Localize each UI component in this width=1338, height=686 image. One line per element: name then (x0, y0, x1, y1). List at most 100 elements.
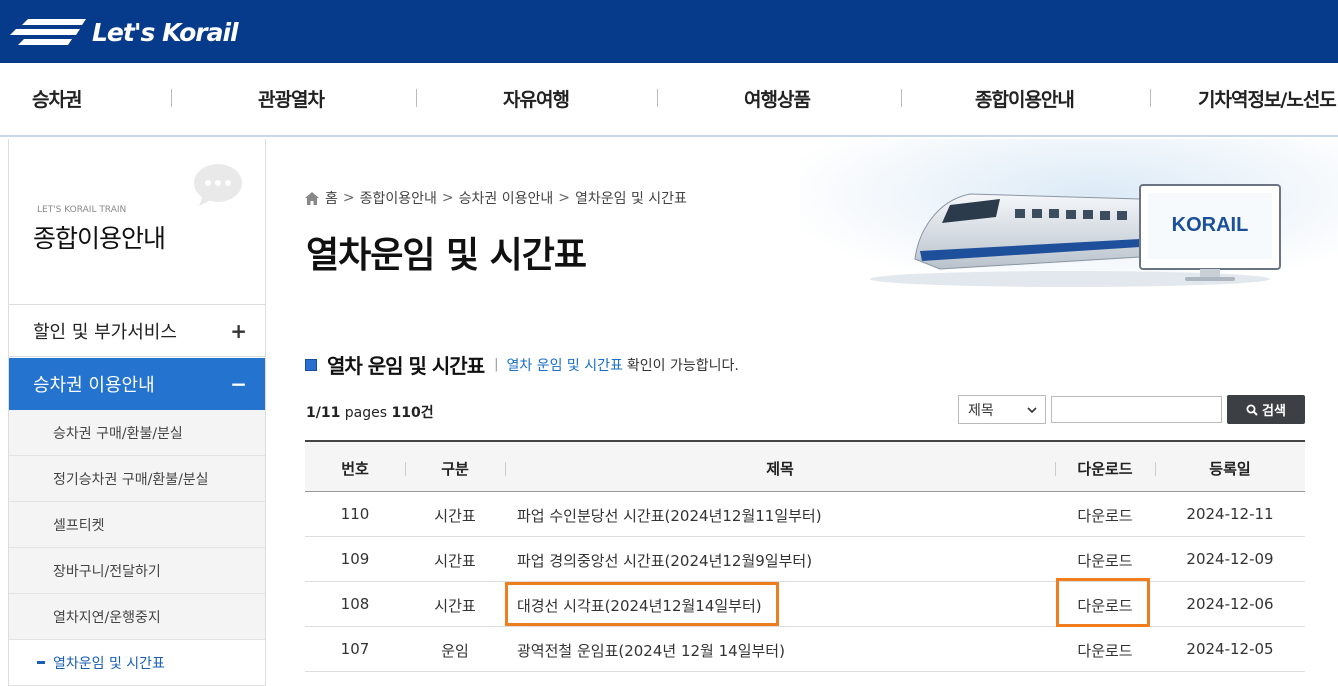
section-link[interactable]: 열차 운임 및 시간표 (506, 355, 622, 375)
nav-item-free-travel[interactable]: 자유여행 (503, 85, 570, 112)
korail-logo[interactable]: Let's Korail (10, 14, 239, 50)
sidebar-sub-label: 장바구니/전달하기 (53, 563, 161, 580)
row-number: 110 (340, 505, 370, 523)
nav-item-travel-products[interactable]: 여행상품 (744, 85, 811, 112)
home-icon (305, 191, 319, 205)
sidebar-sub-item-delay[interactable]: 열차지연/운행중지 (9, 594, 265, 640)
nav-separator (1150, 89, 1151, 107)
top-banner: Let's Korail (0, 0, 1338, 63)
sidebar-sub-label: 열차운임 및 시간표 (53, 655, 165, 672)
square-bullet-icon (305, 358, 317, 371)
table-header: 번호 구분 제목 다운로드 등록일 (305, 440, 1305, 492)
sidebar-menu-ticket-guide[interactable]: 승차권 이용안내 − (9, 358, 265, 410)
nav-item-tickets[interactable]: 승차권 (32, 85, 82, 112)
logo-text: Let's Korail (92, 17, 239, 47)
nav-item-guide[interactable]: 종합이용안내 (975, 85, 1075, 112)
expand-icon[interactable]: + (230, 319, 247, 343)
row-date: 2024-12-06 (1186, 595, 1274, 613)
current-page: 1/11 (306, 405, 341, 421)
nav-separator (416, 89, 417, 107)
pager-info: 1/11 pages 110건 (306, 402, 434, 422)
column-header-type: 구분 (441, 460, 469, 478)
table-row: 110 시간표 파업 수인분당선 시간표(2024년12월11일부터) 다운로드… (305, 492, 1305, 537)
row-download-link[interactable]: 다운로드 (1065, 505, 1145, 526)
row-type: 운임 (441, 642, 469, 660)
row-title-link[interactable]: 대경선 시각표(2024년12월14일부터) (517, 595, 762, 616)
current-marker-icon (37, 661, 45, 664)
breadcrumb-separator: > (558, 190, 570, 206)
breadcrumb: 홈 > 종합이용안내 > 승차권 이용안내 > 열차운임 및 시간표 (305, 188, 687, 208)
column-header-download: 다운로드 (1077, 460, 1133, 478)
row-title-link[interactable]: 파업 경의중앙선 시간표(2024년12월9일부터) (517, 550, 812, 571)
collapse-icon[interactable]: − (230, 372, 247, 396)
sidebar-sub-label: 승차권 구매/환불/분실 (53, 425, 183, 442)
korail-stripes-icon (10, 19, 86, 45)
search-field-select[interactable]: 제목 (958, 395, 1046, 424)
breadcrumb-separator: > (441, 190, 454, 206)
banner-logo-text: KORAIL (1172, 214, 1249, 236)
page-title: 열차운임 및 시간표 (306, 235, 587, 276)
row-title-link[interactable]: 파업 수인분당선 시간표(2024년12월11일부터) (517, 505, 822, 526)
chat-bubble-icon (194, 164, 242, 206)
sidebar-sub-label: 셀프티켓 (53, 517, 105, 534)
header-separator (505, 462, 506, 476)
sidebar-sub-item-self-ticket[interactable]: 셀프티켓 (9, 502, 265, 548)
sidebar-menu-label: 할인 및 부가서비스 (33, 321, 177, 343)
table-row: 109 시간표 파업 경의중앙선 시간표(2024년12월9일부터) 다운로드 … (305, 537, 1305, 582)
ktx-banner: KORAIL (800, 139, 1338, 299)
search-select-value: 제목 (968, 402, 994, 419)
table-row: 108 시간표 대경선 시각표(2024년12월14일부터) 다운로드 2024… (305, 582, 1305, 627)
nav-separator (901, 89, 902, 107)
search-input[interactable] (1051, 396, 1222, 423)
sidebar: LET'S KORAIL TRAIN 종합이용안내 할인 및 부가서비스 + 승… (8, 139, 266, 686)
sidebar-sub-item-cart[interactable]: 장바구니/전달하기 (9, 548, 265, 594)
row-type: 시간표 (434, 597, 476, 615)
nav-item-station-info[interactable]: 기차역정보/노선도 (1198, 85, 1337, 112)
chevron-down-icon (1027, 407, 1037, 414)
sidebar-title: 종합이용안내 (33, 224, 166, 253)
row-number: 107 (340, 640, 370, 658)
sidebar-sub-label: 열차지연/운행중지 (53, 609, 161, 626)
sidebar-menu-discount[interactable]: 할인 및 부가서비스 + (9, 305, 265, 357)
row-date: 2024-12-09 (1186, 550, 1274, 568)
breadcrumb-item-current[interactable]: 열차운임 및 시간표 (575, 188, 687, 208)
row-type: 시간표 (434, 507, 476, 525)
nav-separator (171, 89, 172, 107)
column-header-no: 번호 (341, 460, 369, 478)
pages-label: pages (344, 405, 388, 421)
section-divider: | (494, 357, 499, 372)
sidebar-sub-item-purchase[interactable]: 승차권 구매/환불/분실 (9, 410, 265, 456)
section-title: 열차 운임 및 시간표 (327, 354, 485, 378)
row-date: 2024-12-05 (1186, 640, 1274, 658)
column-header-date: 등록일 (1209, 460, 1251, 478)
search-button[interactable]: 검색 (1227, 395, 1305, 424)
row-download-link[interactable]: 다운로드 (1065, 640, 1145, 661)
row-download-link[interactable]: 다운로드 (1065, 595, 1145, 616)
nav-separator (657, 89, 658, 107)
row-number: 109 (340, 550, 370, 568)
row-date: 2024-12-11 (1186, 505, 1274, 523)
sidebar-menu-label: 승차권 이용안내 (33, 375, 155, 396)
breadcrumb-home[interactable]: 홈 (325, 188, 338, 208)
breadcrumb-item[interactable]: 종합이용안내 (360, 188, 437, 208)
header-separator (1155, 462, 1156, 476)
search-button-label: 검색 (1262, 404, 1286, 419)
sidebar-sub-item-season-ticket[interactable]: 정기승차권 구매/환불/분실 (9, 456, 265, 502)
section-description: 확인이 가능합니다. (626, 357, 739, 374)
row-type: 시간표 (434, 552, 476, 570)
sidebar-sub-item-fare-timetable[interactable]: 열차운임 및 시간표 (9, 640, 265, 686)
header-separator (1055, 462, 1056, 476)
sidebar-subtitle: LET'S KORAIL TRAIN (37, 205, 127, 215)
main-navigation: 승차권 관광열차 자유여행 여행상품 종합이용안내 기차역정보/노선도 (0, 63, 1338, 137)
search-icon (1246, 404, 1258, 416)
header-separator (405, 462, 406, 476)
row-download-link[interactable]: 다운로드 (1065, 550, 1145, 571)
column-header-title: 제목 (766, 460, 794, 478)
nav-item-tour-train[interactable]: 관광열차 (258, 85, 325, 112)
sidebar-header: LET'S KORAIL TRAIN 종합이용안내 (9, 139, 265, 305)
section-header: 열차 운임 및 시간표 | 열차 운임 및 시간표 확인이 가능합니다. (305, 350, 739, 379)
breadcrumb-item[interactable]: 승차권 이용안내 (459, 188, 554, 208)
table-row: 107 운임 광역전철 운임표(2024년 12월 14일부터) 다운로드 20… (305, 627, 1305, 672)
breadcrumb-separator: > (342, 190, 355, 206)
row-title-link[interactable]: 광역전철 운임표(2024년 12월 14일부터) (517, 640, 785, 661)
